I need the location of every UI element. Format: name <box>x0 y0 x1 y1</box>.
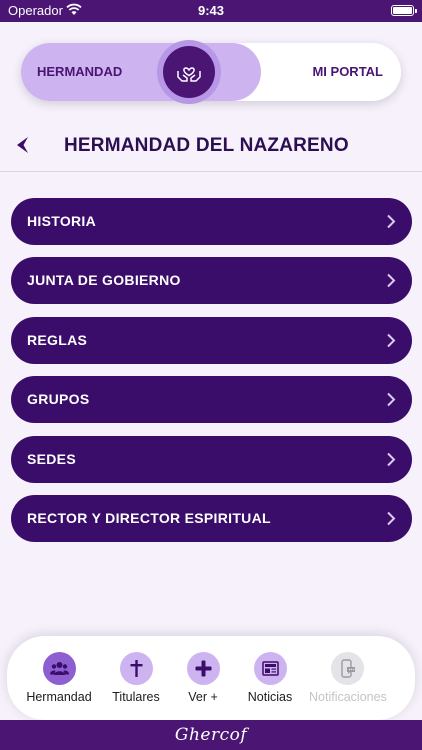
newspaper-icon <box>261 661 279 676</box>
cross-icon <box>130 660 142 677</box>
menu-item-grupos[interactable]: GRUPOS <box>11 376 412 423</box>
chevron-right-icon <box>387 333 396 348</box>
brand-footer: Ghercof <box>0 720 422 750</box>
menu-item-rector-y-director-espiritual[interactable]: RECTOR Y DIRECTOR ESPIRITUAL <box>11 495 412 542</box>
battery-icon <box>391 5 417 16</box>
tab-label: Ver + <box>188 690 218 704</box>
menu-item-label: RECTOR Y DIRECTOR ESPIRITUAL <box>27 510 271 526</box>
plus-icon <box>195 660 211 677</box>
tab-hermandad[interactable]: Hermandad <box>21 652 97 714</box>
tab-label: Hermandad <box>26 690 92 704</box>
chevron-right-icon <box>387 214 396 229</box>
menu-item-reglas[interactable]: REGLAS <box>11 317 412 364</box>
hands-heart-icon <box>177 67 201 82</box>
switch-mi-portal-label[interactable]: MI PORTAL <box>312 64 383 79</box>
tab-titulares[interactable]: Titulares <box>98 652 174 714</box>
tab-label: Titulares <box>112 690 160 704</box>
tab-label: Notificaciones <box>309 690 387 704</box>
menu-item-sedes[interactable]: SEDES <box>11 436 412 483</box>
menu-item-label: REGLAS <box>27 332 88 348</box>
page-title: HERMANDAD DEL NAZARENO <box>64 135 349 156</box>
menu-item-historia[interactable]: HISTORIA <box>11 198 412 245</box>
people-icon <box>49 662 69 675</box>
menu-item-label: HISTORIA <box>27 213 97 229</box>
tab-ver-mas[interactable]: Ver + <box>165 652 241 714</box>
phone-chat-icon <box>340 659 355 678</box>
chevron-right-icon <box>387 452 396 467</box>
bottom-tab-bar: Hermandad Titulares Ver + Noticias Notif… <box>7 636 415 720</box>
menu-item-label: JUNTA DE GOBIERNO <box>27 272 181 288</box>
menu-item-label: GRUPOS <box>27 391 90 407</box>
chevron-right-icon <box>387 273 396 288</box>
tab-notificaciones[interactable]: Notificaciones <box>309 652 387 714</box>
chevron-right-icon <box>387 511 396 526</box>
section-switch[interactable]: HERMANDAD MI PORTAL <box>21 43 401 101</box>
tab-noticias[interactable]: Noticias <box>232 652 308 714</box>
brand-logo: Ghercof <box>174 725 248 745</box>
status-bar: Operador 9:43 <box>0 0 422 22</box>
chevron-right-icon <box>387 392 396 407</box>
menu-item-junta-de-gobierno[interactable]: JUNTA DE GOBIERNO <box>11 257 412 304</box>
clock: 9:43 <box>197 3 225 18</box>
tab-label: Noticias <box>247 690 293 704</box>
switch-knob[interactable] <box>163 46 215 98</box>
header-divider <box>0 171 422 172</box>
switch-hermandad-label[interactable]: HERMANDAD <box>37 64 122 79</box>
menu-item-label: SEDES <box>27 451 76 467</box>
back-arrow-icon[interactable] <box>12 134 34 156</box>
